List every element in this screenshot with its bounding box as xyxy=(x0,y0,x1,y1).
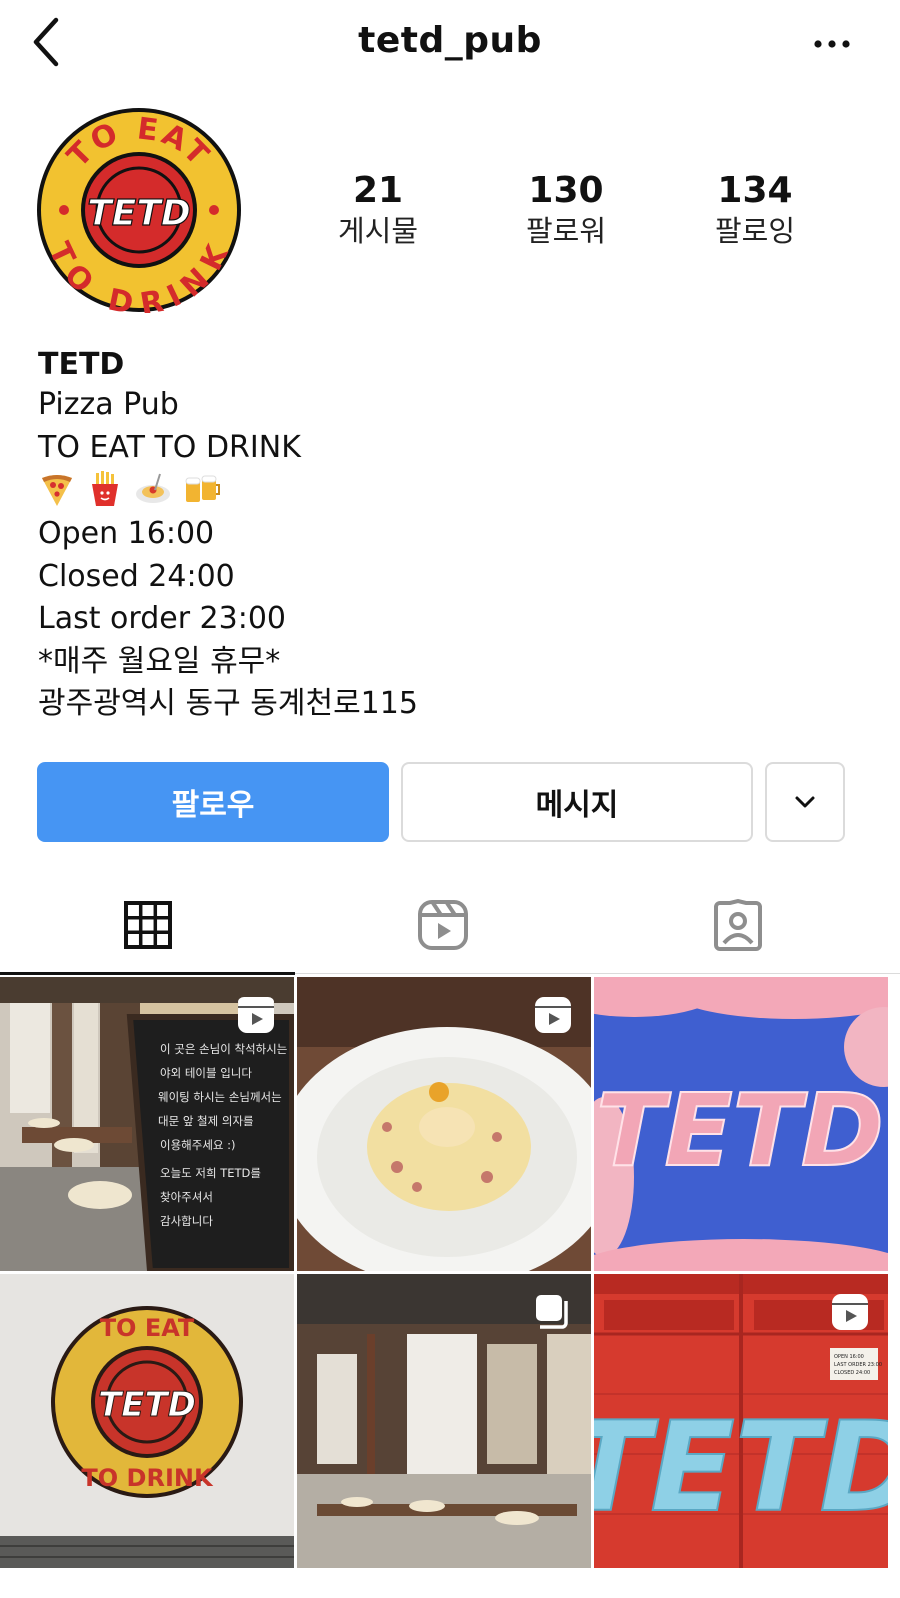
fries-emoji xyxy=(86,470,124,512)
chalkboard-line: 대문 앞 철제 의자를 xyxy=(158,1114,254,1128)
stat-label: 팔로잉 xyxy=(714,214,796,248)
svg-text:TO DRINK: TO DRINK xyxy=(81,1464,214,1492)
bio-address: 광주광역시 동구 동계천로115 xyxy=(38,686,418,721)
bio-last-order: Last order 23:00 xyxy=(38,601,287,636)
more-options-button[interactable] xyxy=(812,34,852,54)
posts-count[interactable]: 21 게시물 xyxy=(298,170,458,250)
chalkboard-line: 이 곳은 손님이 착석하시는 xyxy=(160,1042,287,1056)
post-image: TETD TO EAT TO DRINK xyxy=(0,1274,294,1568)
stat-number: 130 xyxy=(528,170,604,211)
chalkboard-line: 감사합니다 xyxy=(160,1214,213,1228)
svg-text:TO EAT: TO EAT xyxy=(100,1314,195,1342)
tetd-logo-image: TO EAT TO DRINK TETD xyxy=(37,108,241,322)
bio-category: Pizza Pub xyxy=(38,387,179,422)
post-thumbnail[interactable]: TETD TO EAT TO DRINK xyxy=(0,1274,294,1568)
bio-closed-hours: Closed 24:00 xyxy=(38,558,235,594)
reels-icon xyxy=(832,1294,868,1330)
carousel-icon xyxy=(536,1295,568,1329)
profile-username: tetd_pub xyxy=(358,20,542,61)
followers-count[interactable]: 130 팔로워 xyxy=(486,170,646,250)
beer-mugs-emoji xyxy=(182,470,222,512)
reels-icon xyxy=(417,900,468,950)
chalkboard-line: 오늘도 저희 TETD를 xyxy=(160,1166,261,1180)
post-thumbnail[interactable] xyxy=(297,977,591,1271)
stat-number: 21 xyxy=(352,170,404,211)
profile-header: tetd_pub xyxy=(0,0,900,90)
svg-text:TETD: TETD xyxy=(98,1385,196,1425)
more-horizontal-icon xyxy=(814,40,850,48)
follow-button[interactable]: 팔로우 xyxy=(37,762,389,842)
chevron-down-icon xyxy=(795,796,815,808)
post-logo-text: TETD xyxy=(594,1396,888,1540)
svg-text:TETD: TETD xyxy=(87,193,191,234)
stat-label: 게시물 xyxy=(337,214,419,248)
profile-tabs xyxy=(0,876,900,975)
pizza-emoji xyxy=(38,470,76,512)
profile-avatar[interactable]: TO EAT TO DRINK TETD xyxy=(36,107,242,322)
post-thumbnail[interactable] xyxy=(297,1274,591,1568)
post-image: TETD xyxy=(594,977,888,1271)
grid-icon xyxy=(123,901,172,949)
stat-number: 134 xyxy=(717,170,793,211)
post-logo-text: TETD xyxy=(596,1072,884,1189)
spaghetti-emoji xyxy=(134,470,172,512)
bio-tagline: TO EAT TO DRINK xyxy=(38,429,301,465)
tab-reels[interactable] xyxy=(295,876,590,974)
suggested-accounts-button[interactable] xyxy=(765,762,845,842)
post-thumbnail[interactable]: OPEN 16:00 LAST ORDER 23:00 CLOSED 24:00… xyxy=(594,1274,888,1568)
display-name: TETD xyxy=(38,347,125,382)
chalkboard-line: 야외 테이블 입니다 xyxy=(160,1066,252,1080)
sign-line: CLOSED 24:00 xyxy=(834,1370,870,1376)
posts-grid: 이 곳은 손님이 착석하시는 야외 테이블 입니다 웨이팅 하시는 손님께서는 … xyxy=(0,977,900,1598)
chalkboard-line: 찾아주셔서 xyxy=(160,1190,213,1204)
tagged-user-icon xyxy=(713,899,762,951)
sign-line: LAST ORDER 23:00 xyxy=(834,1362,882,1368)
stat-label: 팔로워 xyxy=(525,214,607,248)
reels-icon xyxy=(238,997,274,1033)
message-button[interactable]: 메시지 xyxy=(401,762,753,842)
bio-holiday: *매주 월요일 휴무* xyxy=(38,643,281,679)
post-thumbnail[interactable]: 이 곳은 손님이 착석하시는 야외 테이블 입니다 웨이팅 하시는 손님께서는 … xyxy=(0,977,294,1271)
bio-emojis xyxy=(38,469,858,513)
bio-open-hours: Open 16:00 xyxy=(38,516,215,551)
tab-posts[interactable] xyxy=(0,876,295,975)
chalkboard-line: 이용해주세요 :) xyxy=(160,1138,236,1152)
profile-bio: TETD Pizza Pub TO EAT TO DRINK Open 16:0… xyxy=(38,346,858,726)
sign-line: OPEN 16:00 xyxy=(834,1354,864,1360)
reels-icon xyxy=(535,997,571,1033)
following-count[interactable]: 134 팔로잉 xyxy=(675,170,835,250)
post-thumbnail[interactable]: TETD xyxy=(594,977,888,1271)
chalkboard-line: 웨이팅 하시는 손님께서는 xyxy=(158,1090,282,1104)
tab-tagged[interactable] xyxy=(590,876,885,974)
